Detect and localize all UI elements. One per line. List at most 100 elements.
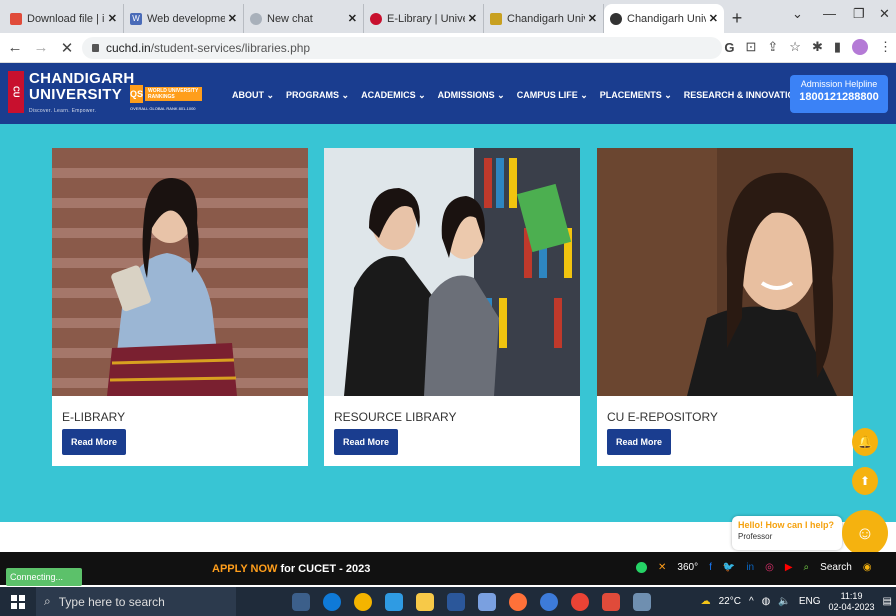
logo-line1: CHANDIGARH (29, 70, 135, 87)
notifications-icon[interactable]: ▤ (883, 596, 892, 607)
firefox-icon[interactable] (509, 592, 527, 611)
volume-icon[interactable]: 🔈 (778, 596, 790, 607)
read-more-button[interactable]: Read More (607, 429, 671, 455)
lock-icon (92, 44, 99, 52)
edge-icon[interactable] (323, 592, 341, 611)
tab-title: Chandigarh Univer (627, 12, 706, 25)
professor-bot-icon: ☺ (855, 522, 875, 543)
nav-placements[interactable]: PLACEMENTS ⌄ (600, 90, 672, 101)
x-icon[interactable]: ✕ (658, 562, 666, 573)
back-icon[interactable]: ← (4, 39, 26, 56)
bookmark-star-icon[interactable]: ☆ (789, 39, 801, 55)
linkedin-icon[interactable]: in (746, 562, 754, 573)
sidebar-icon[interactable]: ▮ (834, 39, 841, 55)
url-field[interactable]: cuchd.in/student-services/libraries.php (82, 37, 722, 59)
close-tab-icon[interactable]: ✕ (588, 12, 597, 25)
chrome-profile-icon[interactable] (571, 592, 589, 611)
app-v-icon[interactable] (602, 592, 620, 611)
instagram-icon[interactable]: ◎ (765, 562, 774, 573)
tray-chevron-icon[interactable]: ^ (749, 596, 754, 607)
youtube-icon[interactable]: ▶ (785, 562, 793, 573)
whatsapp-icon[interactable] (636, 562, 647, 573)
tab-title: Web development (147, 12, 225, 25)
tab-favicon-icon (10, 12, 22, 25)
close-window-icon[interactable]: ✕ (879, 6, 890, 22)
minimize-icon[interactable]: — (823, 6, 836, 21)
google-icon[interactable]: G (724, 40, 734, 55)
close-tab-icon[interactable]: ✕ (348, 12, 357, 25)
nav-admissions[interactable]: ADMISSIONS ⌄ (438, 90, 505, 101)
forward-icon[interactable]: → (30, 39, 52, 56)
chrome-icon[interactable] (354, 592, 372, 611)
close-tab-icon[interactable]: ✕ (709, 12, 718, 25)
university-logo[interactable]: CU CHANDIGARH UNIVERSITY Discover. Learn… (8, 71, 134, 117)
zoom-icon[interactable] (540, 592, 558, 611)
nav-programs[interactable]: PROGRAMS ⌄ (286, 90, 349, 101)
app-icon[interactable] (633, 592, 651, 611)
search-icon[interactable]: ⌕ (804, 562, 810, 573)
admission-helpline-button[interactable]: Admission Helpline 1800121288800 (790, 75, 888, 113)
nav-academics[interactable]: ACADEMICS ⌄ (361, 90, 426, 101)
mail-icon[interactable] (385, 592, 403, 611)
logo-text: CHANDIGARH UNIVERSITY Discover. Learn. E… (29, 71, 135, 117)
scroll-top-button[interactable]: ⬆ (852, 467, 878, 495)
stop-loading-icon[interactable]: ✕ (56, 39, 78, 57)
notification-bell-button[interactable]: 🔔 (852, 428, 878, 456)
twitter-icon[interactable]: 🐦 (723, 562, 735, 573)
chatbot-avatar-button[interactable]: ☺ (842, 510, 888, 556)
new-tab-button[interactable]: + (724, 4, 750, 33)
close-tab-icon[interactable]: ✕ (108, 12, 117, 25)
chat-question: Hello! How can I help? (738, 520, 835, 530)
tab-favicon-icon (370, 12, 382, 25)
read-more-button[interactable]: Read More (334, 429, 398, 455)
profile-avatar-icon[interactable] (852, 39, 868, 55)
taskbar-search[interactable]: ⌕ Type here to search (36, 587, 236, 616)
chat-role: Professor (738, 532, 773, 541)
menu-icon[interactable]: ⋮ (879, 39, 892, 55)
windows-start-icon[interactable] (0, 594, 36, 609)
weather-temp[interactable]: 22°C (719, 596, 741, 607)
card-photo (324, 148, 580, 396)
read-more-button[interactable]: Read More (62, 429, 126, 455)
apply-now-link[interactable]: APPLY NOW for CUCET - 2023 (212, 563, 370, 575)
photoshop-icon[interactable] (447, 592, 465, 611)
system-tray: ☁ 22°C ^ ◍ 🔈 ENG 11:19 02-04-2023 ▤ (701, 587, 892, 616)
toggle-icon[interactable]: ◉ (863, 562, 872, 573)
clock[interactable]: 11:19 02-04-2023 (829, 591, 875, 613)
close-tab-icon[interactable]: ✕ (468, 12, 477, 25)
chat-greeting[interactable]: Hello! How can I help? Professor (732, 516, 842, 550)
browser-tab-active[interactable]: Chandigarh Univer✕ (604, 4, 724, 33)
extensions-icon[interactable]: ✱ (812, 39, 823, 55)
status-connecting: Connecting... (6, 568, 82, 586)
tab-search-chevron-icon[interactable]: ⌄ (792, 6, 803, 22)
library-section: E-LIBRARY Read More RESOURCE LIBRARY Rea… (0, 124, 896, 522)
nav-about[interactable]: ABOUT ⌄ (232, 90, 274, 101)
tab-favicon-icon (490, 12, 502, 25)
site-search-link[interactable]: Search (820, 562, 852, 573)
card-photo (597, 148, 853, 396)
main-nav: ABOUT ⌄ PROGRAMS ⌄ ACADEMICS ⌄ ADMISSION… (232, 90, 811, 101)
facebook-icon[interactable]: f (709, 562, 712, 573)
restore-icon[interactable]: ❐ (853, 6, 865, 22)
helpline-number: 1800121288800 (799, 91, 879, 103)
taskbar-apps (292, 592, 651, 611)
file-explorer-icon[interactable] (416, 592, 434, 611)
share-icon[interactable]: ⇪ (767, 39, 778, 55)
browser-tab[interactable]: Download file | iLo✕ (4, 4, 124, 33)
browser-tab[interactable]: E-Library | Universit✕ (364, 4, 484, 33)
nav-campus-life[interactable]: CAMPUS LIFE ⌄ (517, 90, 588, 101)
network-icon[interactable]: ◍ (762, 596, 771, 607)
browser-tab[interactable]: Chandigarh Univer✕ (484, 4, 604, 33)
language-indicator[interactable]: ENG (799, 596, 821, 607)
tab-title: New chat (267, 12, 313, 25)
browser-tab[interactable]: New chat ✕ (244, 4, 364, 33)
tour-360-link[interactable]: 360° (677, 562, 698, 573)
site-header: CU CHANDIGARH UNIVERSITY Discover. Learn… (0, 63, 896, 124)
app-icon[interactable] (478, 592, 496, 611)
install-icon[interactable]: ⊡ (745, 39, 756, 55)
task-view-icon[interactable] (292, 592, 310, 611)
close-tab-icon[interactable]: ✕ (228, 12, 237, 25)
weather-icon[interactable]: ☁ (701, 596, 711, 607)
toolbar-icons: G ⊡ ⇪ ☆ ✱ ▮ ⋮ (724, 39, 892, 55)
browser-tab[interactable]: W Web development✕ (124, 4, 244, 33)
